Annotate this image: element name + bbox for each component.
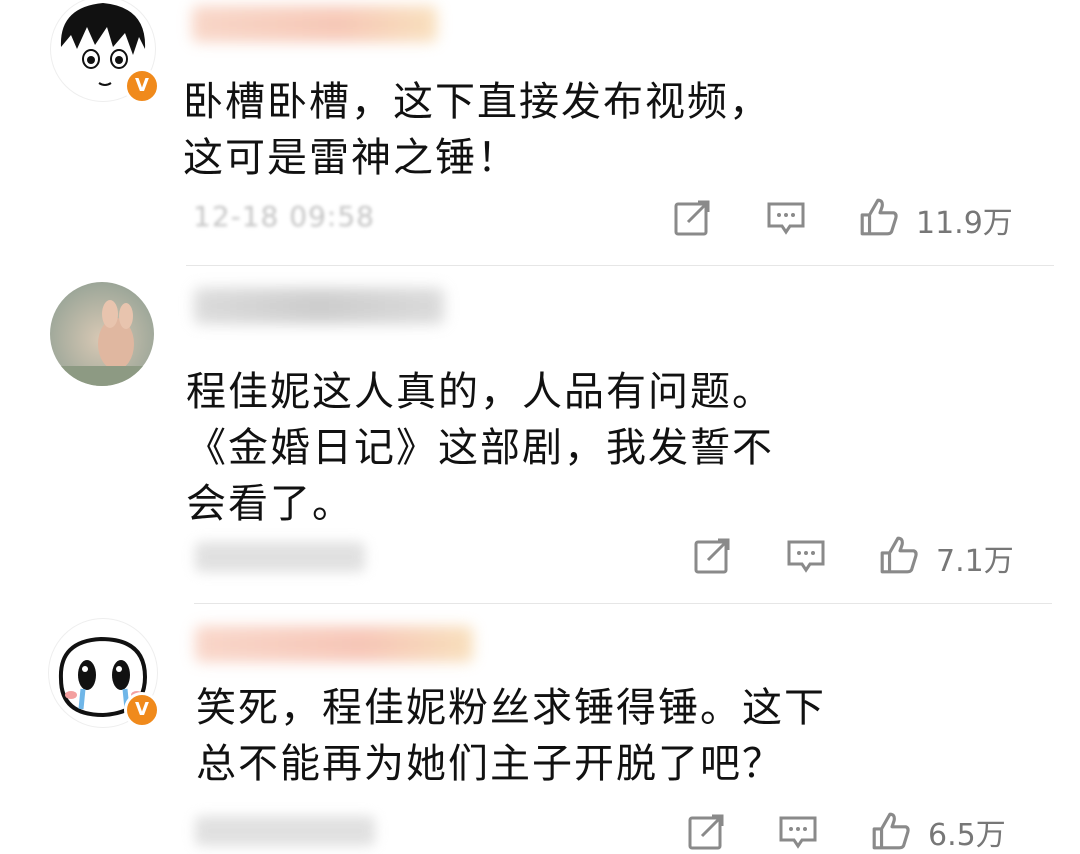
comment-text: 卧槽卧槽，这下直接发布视频， 这可是雷神之锤！ <box>183 79 771 181</box>
comment-text: 笑死，程佳妮粉丝求锤得锤。这下 总不能再为她们主子开脱了吧？ <box>196 685 826 787</box>
repost-icon[interactable] <box>686 812 726 852</box>
timestamp-blurred <box>195 542 365 572</box>
timestamp: 12-18 09:58 <box>193 200 375 233</box>
comment-text: 程佳妮这人真的，人品有问题。 《金婚日记》这部剧，我发誓不 会看了。 <box>186 369 774 527</box>
repost-icon[interactable] <box>692 536 732 576</box>
plush-toy-avatar-icon <box>50 300 154 386</box>
reply-icon[interactable] <box>778 812 818 852</box>
reply-icon[interactable] <box>766 198 806 238</box>
username-blurred[interactable] <box>194 288 444 324</box>
reply-icon[interactable] <box>786 536 826 576</box>
comment-item: V 卧槽卧槽，这下直接发布视频， 这可是雷神之锤！ 12-18 09:58 11… <box>0 0 1080 265</box>
like-count: 11.9万 <box>916 206 1013 241</box>
username-blurred[interactable] <box>195 626 473 662</box>
like-count: 6.5万 <box>928 818 1006 853</box>
repost-icon[interactable] <box>672 198 712 238</box>
comment-item: V 笑死，程佳妮粉丝求锤得锤。这下 总不能再为她们主子开脱了吧？ 6.5万 <box>0 604 1080 853</box>
like-count: 7.1万 <box>936 544 1014 579</box>
username-blurred[interactable] <box>192 6 437 42</box>
verified-badge-icon: V <box>124 692 160 728</box>
avatar[interactable] <box>50 282 154 386</box>
thumbs-up-icon[interactable] <box>858 196 900 238</box>
comment-item: 程佳妮这人真的，人品有问题。 《金婚日记》这部剧，我发誓不 会看了。 7.1万 <box>0 266 1080 602</box>
timestamp-blurred <box>195 816 375 846</box>
thumbs-up-icon[interactable] <box>870 810 912 852</box>
thumbs-up-icon[interactable] <box>878 534 920 576</box>
verified-badge-icon: V <box>124 68 160 104</box>
